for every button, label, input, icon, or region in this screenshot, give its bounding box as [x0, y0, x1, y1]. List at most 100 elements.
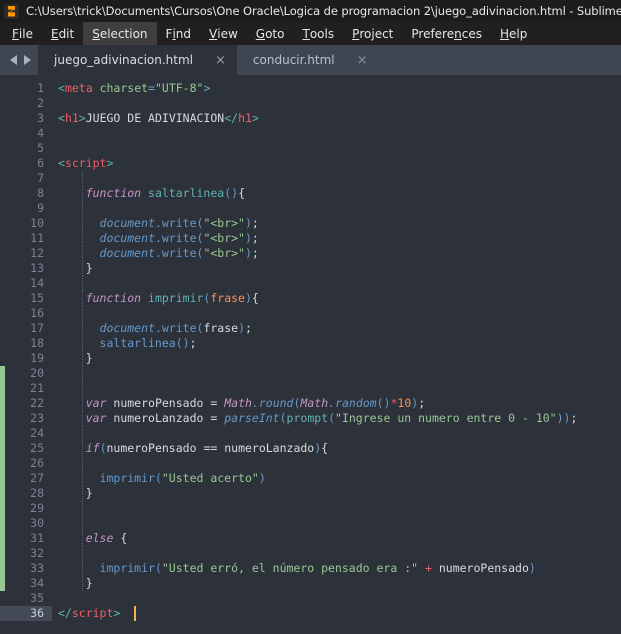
menu-item-selection[interactable]: Selection — [83, 22, 157, 45]
code-line[interactable]: 11 document.write("<br>"); — [0, 231, 621, 246]
code-line[interactable]: 8 function saltarlinea(){ — [0, 186, 621, 201]
line-number: 18 — [30, 336, 44, 350]
code-line[interactable]: 12 document.write("<br>"); — [0, 246, 621, 261]
code-line[interactable]: 33 imprimir("Usted erró, el número pensa… — [0, 561, 621, 576]
code-text: var numeroLanzado = parseInt(prompt("Ing… — [85, 411, 578, 425]
code-line[interactable]: 19 } — [0, 351, 621, 366]
code-text: function saltarlinea(){ — [85, 186, 246, 200]
line-number: 36 — [0, 606, 52, 621]
code-line[interactable]: 9 — [0, 201, 621, 216]
code-text: var numeroPensado = Math.round(Math.rand… — [85, 396, 426, 410]
menu-item-preferences[interactable]: Prefere n ces — [402, 22, 491, 45]
code-line[interactable]: 16 — [0, 306, 621, 321]
code-line[interactable]: 36 </script> — [0, 606, 621, 621]
code-text: imprimir("Usted acerto") — [99, 471, 266, 485]
line-number: 25 — [30, 441, 44, 455]
code-line[interactable]: 28 } — [0, 486, 621, 501]
menu-item-project[interactable]: Project — [343, 22, 402, 45]
tab-nav-arrows — [0, 45, 38, 75]
arrow-right-icon[interactable] — [24, 55, 31, 65]
close-icon[interactable]: × — [215, 54, 226, 67]
line-number: 19 — [30, 351, 44, 365]
code-line[interactable]: 29 — [0, 501, 621, 516]
code-line[interactable]: 1 <meta charset="UTF-8"> — [0, 81, 621, 96]
line-number: 27 — [30, 471, 44, 485]
code-text: saltarlinea(); — [99, 336, 197, 350]
code-line[interactable]: 35 — [0, 591, 621, 606]
code-line[interactable]: 26 — [0, 456, 621, 471]
code-line[interactable]: 7 — [0, 171, 621, 186]
code-line[interactable]: 17 document.write(frase); — [0, 321, 621, 336]
code-line[interactable]: 10 document.write("<br>"); — [0, 216, 621, 231]
menu-item-tools[interactable]: Tools — [293, 22, 343, 45]
indent-guide — [82, 501, 84, 516]
code-editor[interactable]: 1 <meta charset="UTF-8"> 2 3 <h1>JUEGO DE AD… — [0, 75, 621, 634]
code-line[interactable]: 6 <script> — [0, 156, 621, 171]
line-number: 31 — [30, 531, 44, 545]
tab-bar: juego_adivinacion.html × conducir.html × — [0, 45, 621, 75]
code-text: document.write("<br>"); — [99, 246, 259, 260]
indent-guide — [82, 276, 84, 291]
line-number: 5 — [37, 141, 44, 155]
code-line[interactable]: 20 — [0, 366, 621, 381]
sublime-text-logo-icon — [4, 3, 19, 19]
line-number: 7 — [37, 171, 44, 185]
code-text: imprimir("Usted erró, el número pensado … — [99, 561, 536, 575]
code-line[interactable]: 15 function imprimir(frase){ — [0, 291, 621, 306]
menu-item-goto[interactable]: Goto — [247, 22, 294, 45]
code-lines: 1 <meta charset="UTF-8"> 2 3 <h1>JUEGO DE AD… — [0, 75, 621, 634]
code-text: <h1>JUEGO DE ADIVINACION</h1> — [58, 111, 259, 125]
editor-tab[interactable]: juego_adivinacion.html × — [38, 45, 237, 75]
code-line[interactable]: 24 — [0, 426, 621, 441]
code-line[interactable]: 13 } — [0, 261, 621, 276]
code-line[interactable]: 23 var numeroLanzado = parseInt(prompt("… — [0, 411, 621, 426]
tab-label: juego_adivinacion.html — [54, 53, 194, 67]
code-line[interactable]: 32 — [0, 546, 621, 561]
code-text: document.write(frase); — [99, 321, 252, 335]
line-number: 4 — [37, 126, 44, 140]
arrow-left-icon[interactable] — [10, 55, 17, 65]
text-cursor — [134, 606, 137, 621]
menu-item-file[interactable]: File — [3, 22, 42, 45]
code-line[interactable]: 25 if(numeroPensado == numeroLanzado){ — [0, 441, 621, 456]
line-number: 2 — [37, 96, 44, 110]
indent-guide — [82, 201, 84, 216]
indent-guide — [82, 381, 84, 396]
line-number: 3 — [37, 111, 44, 125]
code-line[interactable]: 30 — [0, 516, 621, 531]
code-line[interactable]: 21 — [0, 381, 621, 396]
code-line[interactable]: 27 imprimir("Usted acerto") — [0, 471, 621, 486]
line-number: 32 — [30, 546, 44, 560]
code-text: } — [58, 351, 93, 365]
code-line[interactable]: 3 <h1>JUEGO DE ADIVINACION</h1> — [0, 111, 621, 126]
line-number: 16 — [30, 306, 44, 320]
code-text: } — [58, 486, 93, 500]
code-line[interactable]: 5 — [0, 141, 621, 156]
line-number: 26 — [30, 456, 44, 470]
code-line[interactable]: 22 var numeroPensado = Math.round(Math.r… — [0, 396, 621, 411]
tab-label: conducir.html — [252, 53, 335, 67]
line-number: 23 — [30, 411, 44, 425]
line-number: 24 — [30, 426, 44, 440]
menu-bar: File Edit Selection Fi nd View Goto Tools Projec… — [0, 22, 621, 45]
indent-guide — [82, 426, 84, 441]
code-line[interactable]: 4 — [0, 126, 621, 141]
code-text: </script> — [58, 606, 121, 620]
close-icon[interactable]: × — [357, 54, 368, 67]
code-line[interactable]: 18 saltarlinea(); — [0, 336, 621, 351]
code-text: <script> — [58, 156, 114, 170]
code-line[interactable]: 34 } — [0, 576, 621, 591]
code-text: <meta charset="UTF-8"> — [58, 81, 211, 95]
code-line[interactable]: 14 — [0, 276, 621, 291]
menu-item-edit[interactable]: Edit — [42, 22, 83, 45]
menu-item-help[interactable]: Help — [491, 22, 536, 45]
menu-item-find[interactable]: Fi nd — [157, 22, 200, 45]
line-number: 30 — [30, 516, 44, 530]
code-text: } — [58, 261, 93, 275]
indent-guide — [82, 516, 84, 531]
code-line[interactable]: 2 — [0, 96, 621, 111]
line-number: 6 — [37, 156, 44, 170]
editor-tab[interactable]: conducir.html × — [237, 45, 379, 75]
code-line[interactable]: 31 else { — [0, 531, 621, 546]
menu-item-view[interactable]: View — [200, 22, 247, 45]
